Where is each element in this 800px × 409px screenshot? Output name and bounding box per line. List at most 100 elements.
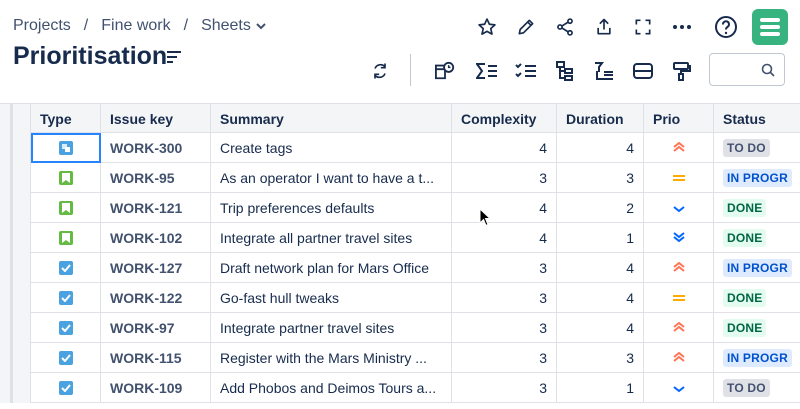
menu-lines-icon[interactable] [166,50,182,64]
cell-prio[interactable] [644,163,714,193]
export-icon[interactable] [590,12,618,42]
cell-complexity[interactable]: 3 [452,163,557,193]
cell-status[interactable]: DONE [714,313,800,343]
edit-icon[interactable] [512,12,540,42]
cell-type[interactable] [31,313,101,343]
cell-issue-key[interactable]: WORK-109 [101,373,211,403]
share-icon[interactable] [551,12,579,42]
cell-complexity[interactable]: 3 [452,283,557,313]
cell-prio[interactable] [644,343,714,373]
cell-prio[interactable] [644,253,714,283]
help-icon[interactable] [712,12,740,42]
cell-complexity[interactable]: 4 [452,133,557,163]
cell-duration[interactable]: 4 [557,133,644,163]
column-header-status[interactable]: Status [714,104,800,133]
search-input[interactable] [709,53,785,86]
table-row[interactable]: WORK-97 Integrate partner travel sites 3 4 D… [0,313,800,343]
cell-complexity[interactable]: 4 [452,223,557,253]
cell-summary[interactable]: Integrate all partner travel sites [211,223,452,253]
cell-summary[interactable]: Go-fast hull tweaks [211,283,452,313]
breadcrumb-projects[interactable]: Projects [13,17,71,35]
cell-status[interactable]: TO DO [714,373,800,403]
row-gutter[interactable] [0,163,31,193]
row-gutter[interactable] [0,193,31,223]
table-row[interactable]: WORK-102 Integrate all partner travel sit… [0,223,800,253]
cell-status[interactable]: DONE [714,223,800,253]
cell-prio[interactable] [644,283,714,313]
cell-duration[interactable]: 1 [557,223,644,253]
cell-type[interactable] [31,253,101,283]
table-row[interactable]: WORK-300 Create tags 4 4 TO DO [0,133,800,163]
sum-icon[interactable] [473,56,501,86]
cell-issue-key[interactable]: WORK-300 [101,133,211,163]
row-gutter[interactable] [0,223,31,253]
cell-prio[interactable] [644,133,714,163]
cell-duration[interactable]: 4 [557,283,644,313]
history-icon[interactable] [431,56,459,86]
cell-summary[interactable]: Create tags [211,133,452,163]
cell-type[interactable] [31,223,101,253]
row-gutter[interactable] [0,283,31,313]
breadcrumb-sheets[interactable]: Sheets [201,17,251,35]
column-header-summary[interactable]: Summary [211,104,452,133]
paint-roller-icon[interactable] [668,56,696,86]
column-header-issue-key[interactable]: Issue key [101,104,211,133]
cell-issue-key[interactable]: WORK-127 [101,253,211,283]
table-row[interactable]: WORK-122 Go-fast hull tweaks 3 4 DONE [0,283,800,313]
cell-issue-key[interactable]: WORK-97 [101,313,211,343]
cell-prio[interactable] [644,223,714,253]
cell-issue-key[interactable]: WORK-121 [101,193,211,223]
cell-duration[interactable]: 3 [557,163,644,193]
cell-status[interactable]: IN PROGR [714,343,800,373]
row-gutter[interactable] [0,253,31,283]
table-row[interactable]: WORK-109 Add Phobos and Deimos Tours a...… [0,373,800,403]
table-row[interactable]: WORK-95 As an operator I want to have a t… [0,163,800,193]
cell-summary[interactable]: Add Phobos and Deimos Tours a... [211,373,452,403]
cell-summary[interactable]: As an operator I want to have a t... [211,163,452,193]
cell-duration[interactable]: 2 [557,193,644,223]
column-header-prio[interactable]: Prio [644,104,714,133]
cell-summary[interactable]: Trip preferences defaults [211,193,452,223]
cell-type[interactable] [31,373,101,403]
cell-prio[interactable] [644,313,714,343]
cell-complexity[interactable]: 3 [452,253,557,283]
cell-duration[interactable]: 3 [557,343,644,373]
filter-list-icon[interactable] [590,56,618,86]
hierarchy-icon[interactable] [551,56,579,86]
row-gutter[interactable] [0,343,31,373]
table-row[interactable]: WORK-127 Draft network plan for Mars Offi… [0,253,800,283]
cell-complexity[interactable]: 4 [452,193,557,223]
cell-type[interactable] [31,193,101,223]
cell-status[interactable]: TO DO [714,133,800,163]
cell-type[interactable] [31,163,101,193]
cell-prio[interactable] [644,373,714,403]
cell-issue-key[interactable]: WORK-95 [101,163,211,193]
cell-duration[interactable]: 4 [557,253,644,283]
app-logo[interactable] [752,9,788,45]
cell-issue-key[interactable]: WORK-122 [101,283,211,313]
star-icon[interactable] [473,12,501,42]
row-gutter[interactable] [0,313,31,343]
cell-status[interactable]: IN PROGR [714,163,800,193]
cell-type[interactable] [31,343,101,373]
cell-duration[interactable]: 1 [557,373,644,403]
cell-complexity[interactable]: 3 [452,343,557,373]
cell-complexity[interactable]: 3 [452,313,557,343]
cell-duration[interactable]: 4 [557,313,644,343]
table-row[interactable]: WORK-115 Register with the Mars Ministry … [0,343,800,373]
cell-status[interactable]: IN PROGR [714,253,800,283]
checklist-icon[interactable] [512,56,540,86]
more-icon[interactable] [668,12,696,42]
cell-issue-key[interactable]: WORK-115 [101,343,211,373]
cell-complexity[interactable]: 3 [452,373,557,403]
cell-summary[interactable]: Draft network plan for Mars Office [211,253,452,283]
chevron-down-icon[interactable] [256,17,266,35]
refresh-icon[interactable] [366,56,394,86]
breadcrumb-fine-work[interactable]: Fine work [101,17,170,35]
cell-type[interactable] [31,133,101,163]
row-height-icon[interactable] [629,56,657,86]
column-header-type[interactable]: Type [31,104,101,133]
row-gutter[interactable] [0,133,31,163]
cell-prio[interactable] [644,193,714,223]
cell-status[interactable]: DONE [714,283,800,313]
